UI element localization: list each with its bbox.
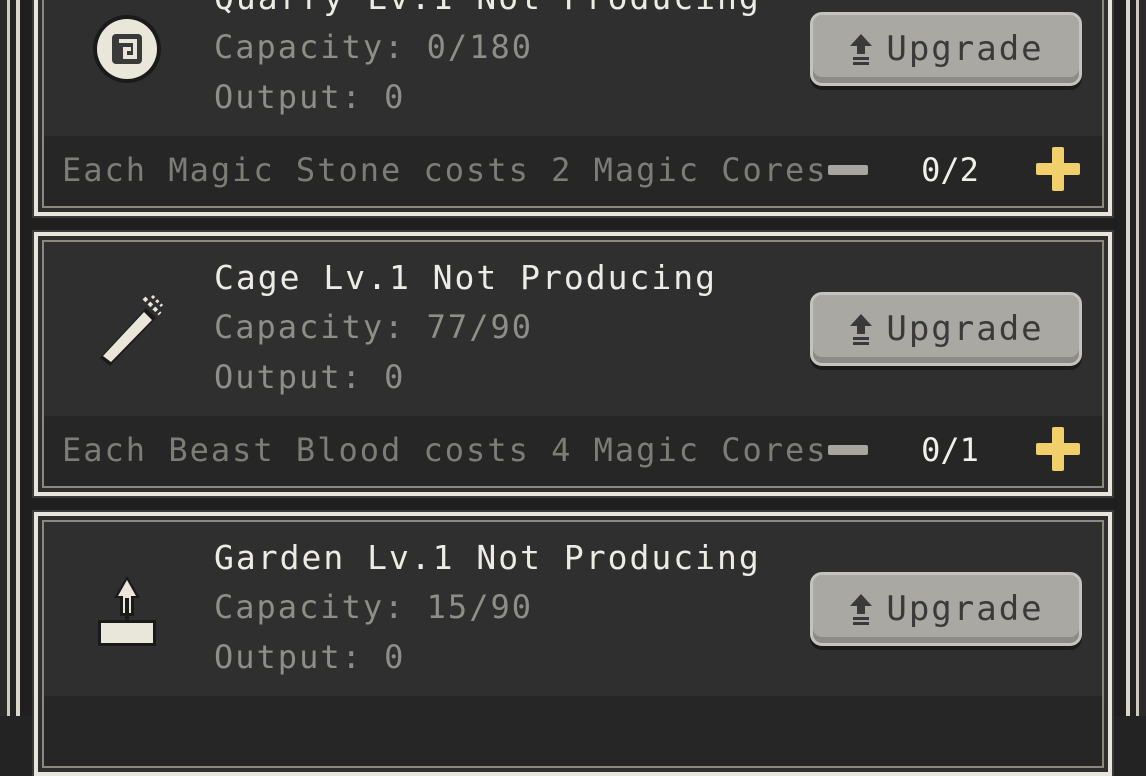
- garden-plant-icon: [98, 576, 156, 646]
- building-title: Cage Lv.1 Not Producing: [214, 258, 717, 297]
- beast-blood-vial-icon: [100, 294, 164, 366]
- panel-right-border: [1126, 0, 1146, 716]
- up-arrow-icon: [850, 594, 873, 625]
- upgrade-button[interactable]: Upgrade: [810, 572, 1082, 646]
- output-text: Output: 0: [214, 358, 406, 396]
- production-panel: Quarry Lv.1 Not Producing Capacity: 0/18…: [0, 0, 1146, 776]
- upgrade-label: Upgrade: [886, 309, 1044, 349]
- quantity-counter: 0/2: [921, 151, 979, 189]
- up-arrow-icon: [850, 34, 873, 65]
- cost-description: Each Beast Blood costs 4 Magic Cores: [62, 431, 828, 469]
- up-arrow-icon: [850, 314, 873, 345]
- upgrade-label: Upgrade: [886, 29, 1044, 69]
- capacity-text: Capacity: 15/90: [214, 588, 533, 626]
- building-card-cage: Cage Lv.1 Not Producing Capacity: 77/90 …: [32, 230, 1114, 498]
- minus-icon: [828, 165, 868, 175]
- magic-stone-icon: [93, 15, 161, 83]
- panel-left-border: [0, 0, 20, 716]
- plus-icon-vertical: [1052, 147, 1064, 191]
- capacity-text: Capacity: 0/180: [214, 28, 533, 66]
- quantity-counter: 0/1: [921, 431, 979, 469]
- output-text: Output: 0: [214, 78, 406, 116]
- minus-icon: [828, 445, 868, 455]
- upgrade-button[interactable]: Upgrade: [810, 292, 1082, 366]
- building-title: Quarry Lv.1 Not Producing: [214, 0, 761, 17]
- upgrade-button[interactable]: Upgrade: [810, 12, 1082, 86]
- capacity-text: Capacity: 77/90: [214, 308, 533, 346]
- cost-description: Each Magic Stone costs 2 Magic Cores: [62, 151, 828, 189]
- decrease-button[interactable]: [828, 162, 868, 178]
- building-card-quarry: Quarry Lv.1 Not Producing Capacity: 0/18…: [32, 0, 1114, 218]
- decrease-button[interactable]: [828, 442, 868, 458]
- plus-icon-vertical: [1052, 427, 1064, 471]
- upgrade-label: Upgrade: [886, 589, 1044, 629]
- card-footer: [44, 696, 1102, 768]
- output-text: Output: 0: [214, 638, 406, 676]
- building-card-garden: Garden Lv.1 Not Producing Capacity: 15/9…: [32, 510, 1114, 776]
- increase-button[interactable]: [1036, 427, 1080, 471]
- building-title: Garden Lv.1 Not Producing: [214, 538, 761, 577]
- increase-button[interactable]: [1036, 147, 1080, 191]
